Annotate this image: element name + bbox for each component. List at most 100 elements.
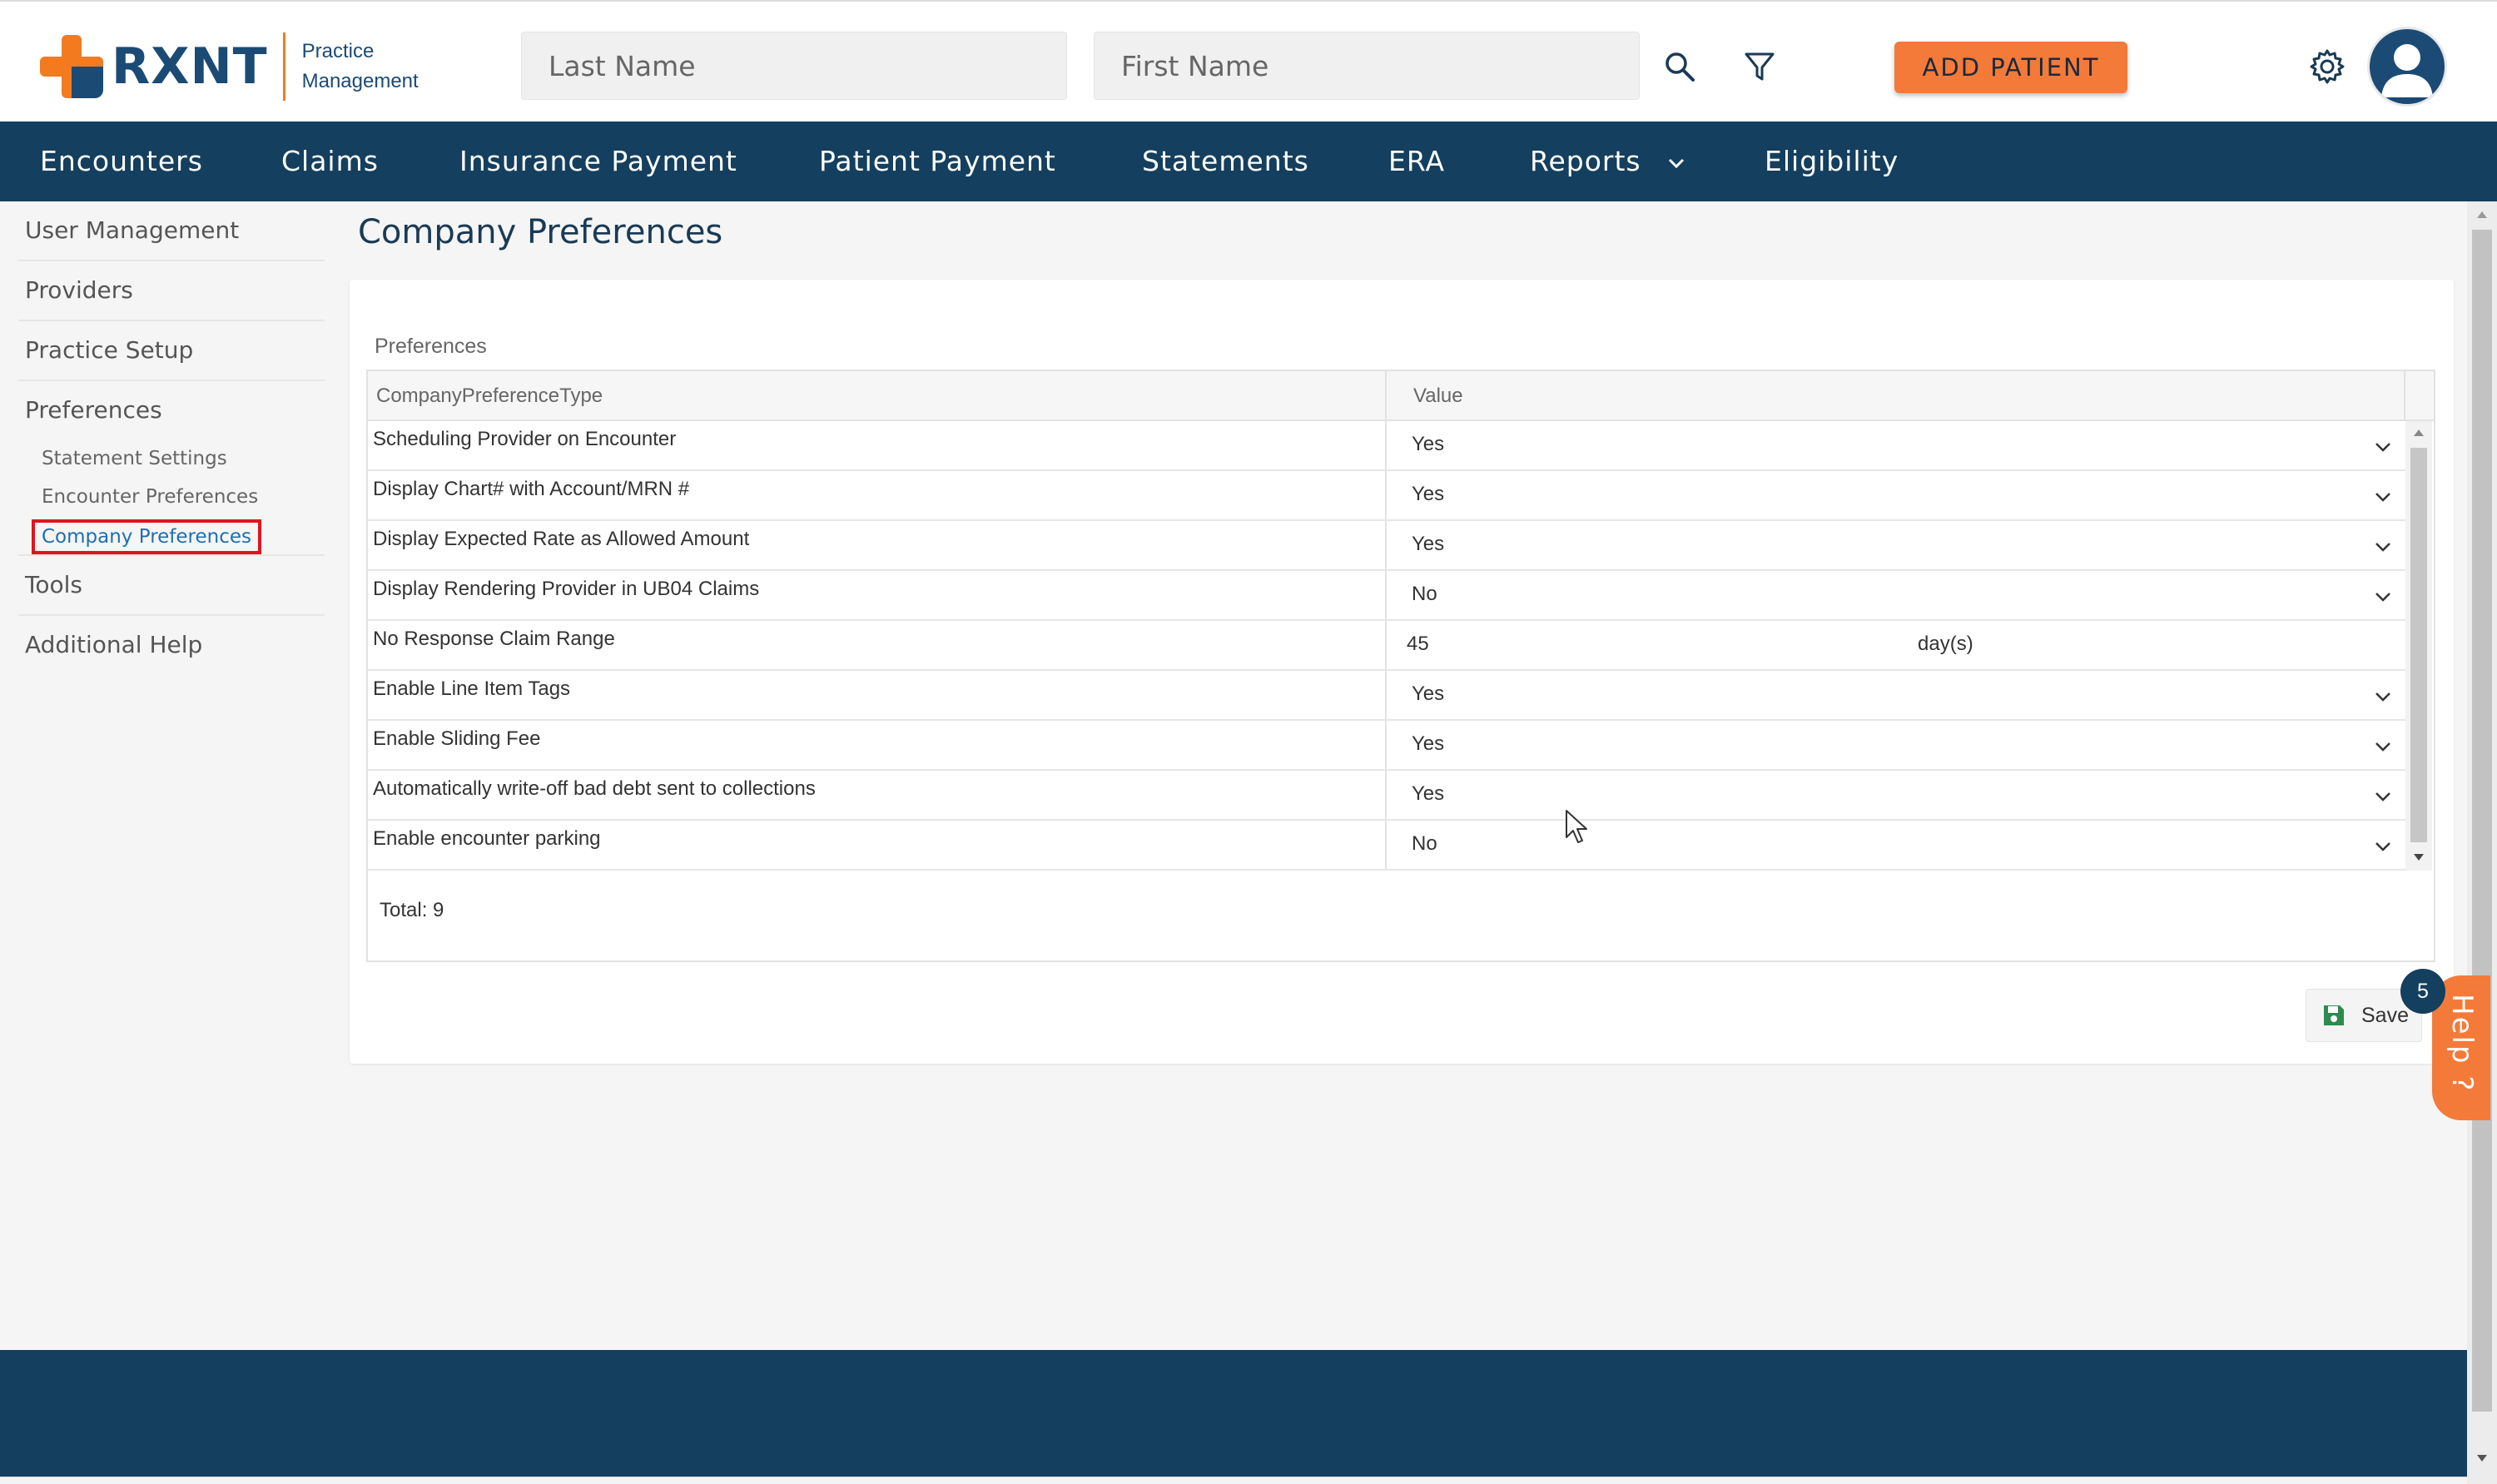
preference-type: Automatically write-off bad debt sent to…: [373, 777, 816, 800]
table-row: Scheduling Provider on Encounter Yes: [368, 421, 2405, 471]
nav-statements[interactable]: Statements: [1142, 145, 1309, 177]
preference-value-select[interactable]: No: [1412, 583, 1437, 606]
sidebar-subitem-encounter-preferences[interactable]: Encounter Preferences: [42, 486, 258, 508]
chevron-down-icon: [1669, 158, 1685, 168]
chevron-down-icon[interactable]: [2370, 434, 2395, 459]
nav-reports[interactable]: Reports: [1530, 145, 1687, 177]
chevron-down-icon[interactable]: [2370, 534, 2395, 559]
user-avatar[interactable]: [2367, 27, 2447, 107]
preference-value-select[interactable]: Yes: [1412, 433, 1444, 456]
sidebar-item-user-management[interactable]: User Management: [25, 216, 325, 244]
page-title: Company Preferences: [358, 213, 723, 251]
preference-type: Display Expected Rate as Allowed Amount: [373, 528, 750, 550]
add-patient-button[interactable]: ADD PATIENT: [1894, 42, 2127, 93]
chevron-down-icon[interactable]: [2370, 684, 2395, 709]
preference-type: Display Rendering Provider in UB04 Claim…: [373, 578, 760, 600]
preference-value-select[interactable]: Yes: [1412, 682, 1444, 706]
first-name-input[interactable]: [1094, 32, 1640, 100]
sidebar-subitem-company-preferences[interactable]: Company Preferences: [32, 519, 262, 554]
section-label: Preferences: [375, 335, 487, 358]
logo-text: RXNT: [112, 37, 268, 96]
nav-era[interactable]: ERA: [1388, 145, 1445, 177]
scroll-up-arrow-icon[interactable]: [2412, 426, 2425, 439]
scroll-down-arrow-icon[interactable]: [2412, 851, 2425, 864]
gear-icon[interactable]: [2302, 42, 2352, 92]
preference-type: Enable Line Item Tags: [373, 677, 571, 700]
chevron-down-icon[interactable]: [2370, 784, 2395, 809]
settings-sidebar: User Management Providers Practice Setup…: [0, 201, 333, 1350]
preference-type: Scheduling Provider on Encounter: [373, 428, 677, 450]
scroll-up-arrow-icon[interactable]: [2475, 208, 2489, 221]
preference-type: Display Chart# with Account/MRN #: [373, 478, 690, 500]
mouse-cursor-icon: [1566, 810, 1587, 843]
grid-body: Scheduling Provider on Encounter Yes Dis…: [368, 421, 2405, 871]
page-scroll-thumb[interactable]: [2472, 230, 2492, 1412]
sidebar-divider: [18, 614, 325, 616]
table-row: Display Chart# with Account/MRN # Yes: [368, 471, 2405, 521]
logo-sub-line1: Practice: [301, 40, 375, 62]
sidebar-divider: [18, 380, 325, 381]
logo-subtitle: Practice Management: [302, 37, 419, 97]
sidebar-divider: [18, 320, 325, 321]
grid-scroll-thumb[interactable]: [2410, 448, 2427, 842]
claim-range-input[interactable]: 45: [1407, 633, 1429, 656]
preference-value-select[interactable]: Yes: [1412, 782, 1444, 806]
table-row: Enable Line Item Tags Yes: [368, 671, 2405, 721]
preference-value-select[interactable]: Yes: [1412, 732, 1444, 756]
grid-scrollbar[interactable]: [2405, 421, 2432, 871]
search-icon[interactable]: [1655, 42, 1705, 92]
preference-type: Enable Sliding Fee: [373, 727, 541, 750]
medical-cross-icon: [40, 35, 103, 98]
table-row: Enable Sliding Fee Yes: [368, 721, 2405, 771]
total-count: Total: 9: [380, 899, 444, 921]
column-header-type[interactable]: CompanyPreferenceType: [376, 385, 603, 408]
table-row: Display Expected Rate as Allowed Amount …: [368, 521, 2405, 571]
help-label: Help ?: [2445, 994, 2479, 1093]
column-divider: [2404, 371, 2405, 421]
table-row: Enable encounter parking No: [368, 821, 2405, 871]
scroll-down-arrow-icon[interactable]: [2475, 1452, 2489, 1465]
claim-range-unit: day(s): [1918, 633, 1973, 655]
page-footer: [0, 1350, 2467, 1477]
table-row: No Response Claim Range 45 day(s): [368, 621, 2405, 671]
preference-type: No Response Claim Range: [373, 628, 615, 650]
page-scrollbar[interactable]: [2467, 201, 2497, 1484]
sidebar-divider: [18, 260, 325, 261]
chevron-down-icon[interactable]: [2370, 484, 2395, 509]
chevron-down-icon[interactable]: [2370, 834, 2395, 859]
sidebar-subitem-statement-settings[interactable]: Statement Settings: [42, 448, 227, 469]
rxnt-logo[interactable]: RXNT Practice Management: [40, 32, 419, 101]
chevron-down-icon[interactable]: [2370, 734, 2395, 759]
notification-badge[interactable]: 5: [2400, 969, 2445, 1014]
last-name-input[interactable]: [521, 32, 1067, 100]
column-header-value[interactable]: Value: [1413, 385, 1463, 408]
filter-icon[interactable]: [1735, 42, 1785, 92]
preferences-card: Preferences CompanyPreferenceType Value …: [350, 280, 2454, 1064]
logo-sub-line2: Management: [301, 70, 419, 92]
sidebar-item-additional-help[interactable]: Additional Help: [25, 631, 325, 658]
main-nav: Encounters Claims Insurance Payment Pati…: [0, 122, 2497, 201]
floppy-disk-icon: [2324, 1005, 2344, 1025]
nav-encounters[interactable]: Encounters: [40, 145, 203, 177]
nav-insurance-payment[interactable]: Insurance Payment: [459, 145, 737, 177]
nav-eligibility[interactable]: Eligibility: [1765, 145, 1899, 177]
logo-divider: [282, 32, 285, 101]
sidebar-item-practice-setup[interactable]: Practice Setup: [25, 336, 325, 364]
table-row: Automatically write-off bad debt sent to…: [368, 771, 2405, 821]
preference-value-select[interactable]: Yes: [1412, 483, 1444, 506]
chevron-down-icon[interactable]: [2370, 584, 2395, 609]
nav-patient-payment[interactable]: Patient Payment: [819, 145, 1056, 177]
sidebar-item-providers[interactable]: Providers: [25, 276, 325, 304]
sidebar-divider: [18, 554, 325, 556]
preference-value-select[interactable]: Yes: [1412, 533, 1444, 556]
preference-value-select[interactable]: No: [1412, 832, 1437, 856]
nav-claims[interactable]: Claims: [281, 145, 379, 177]
window-bottom-edge: [0, 1477, 2467, 1484]
save-label: Save: [2361, 1003, 2409, 1027]
table-row: Display Rendering Provider in UB04 Claim…: [368, 571, 2405, 621]
nav-reports-label: Reports: [1530, 145, 1641, 177]
sidebar-item-tools[interactable]: Tools: [25, 571, 325, 598]
sidebar-item-preferences[interactable]: Preferences: [25, 396, 325, 424]
grid-header: CompanyPreferenceType Value: [368, 371, 2434, 421]
top-bar: RXNT Practice Management ADD PATIENT: [0, 0, 2497, 122]
